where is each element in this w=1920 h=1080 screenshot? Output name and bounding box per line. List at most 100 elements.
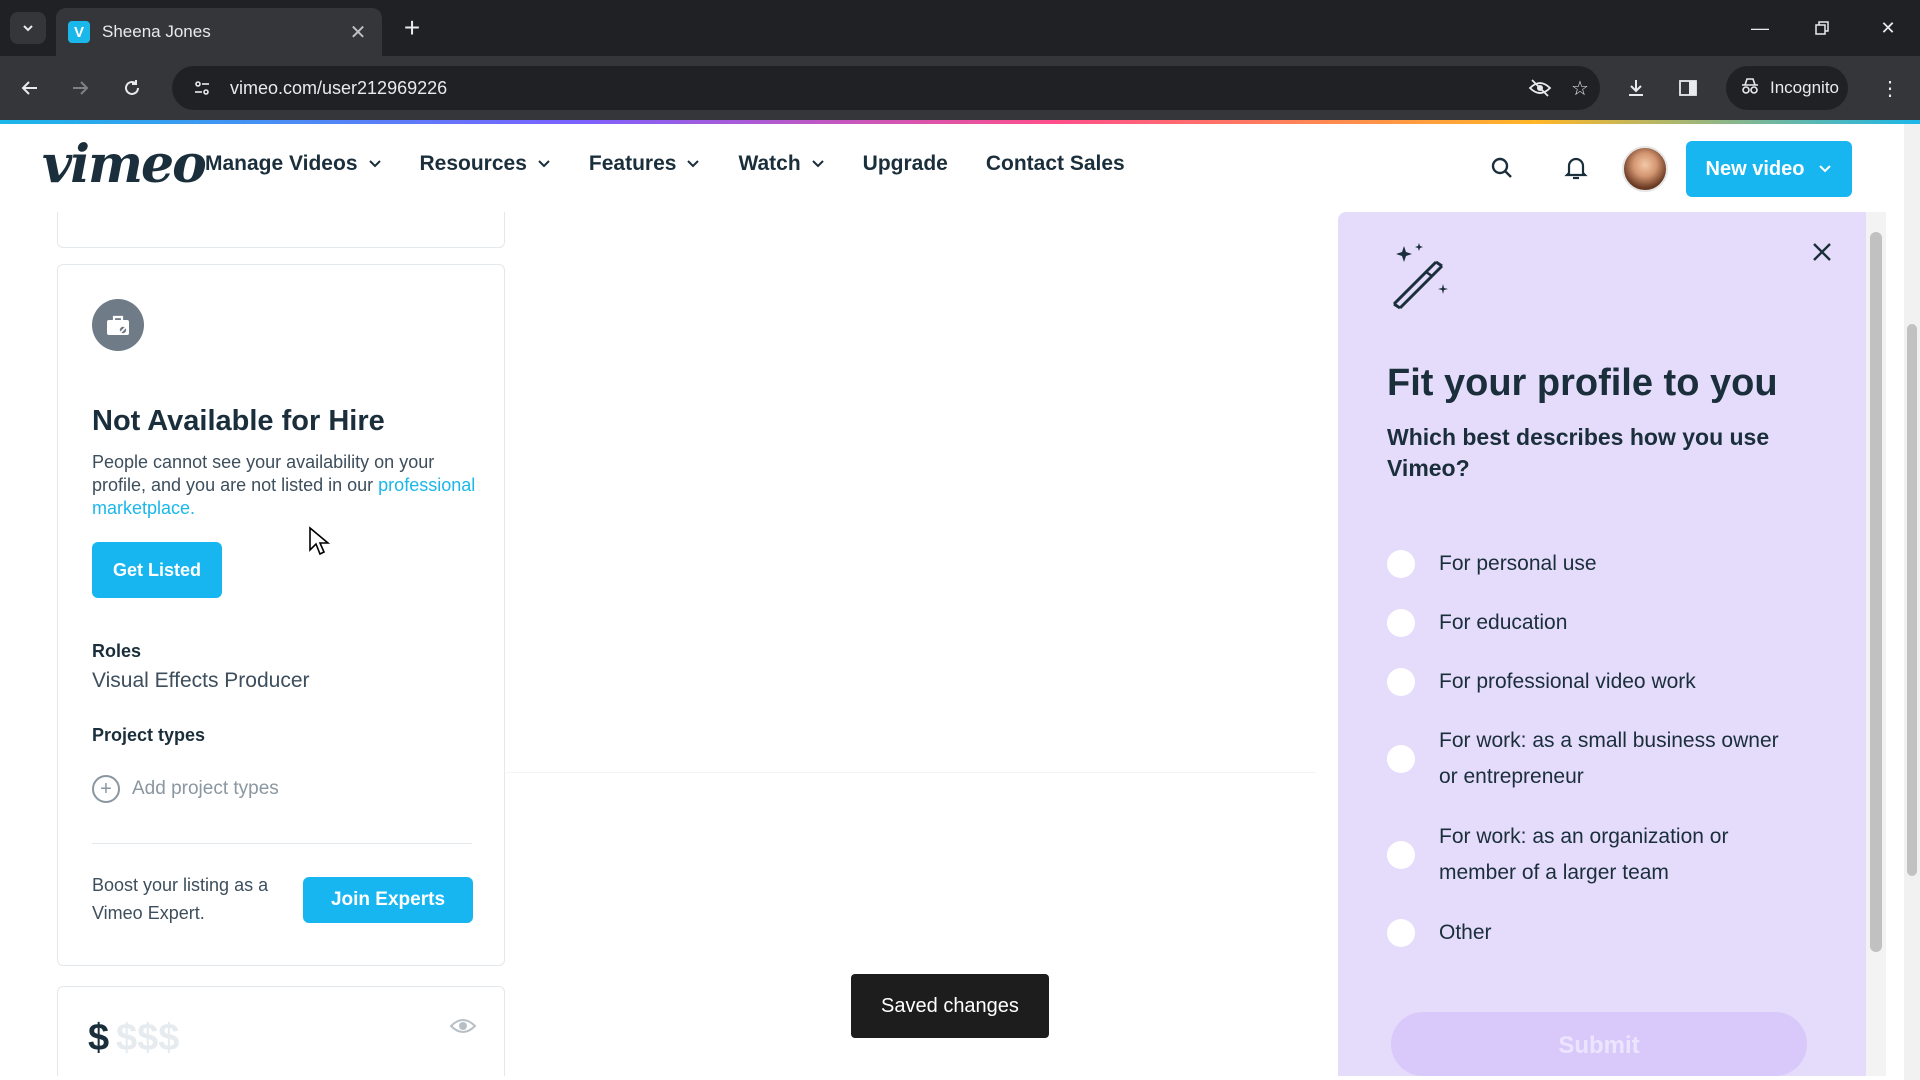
address-bar[interactable]: vimeo.com/user212969226 ☆ bbox=[172, 66, 1600, 110]
incognito-icon bbox=[1740, 77, 1760, 100]
radio-button[interactable] bbox=[1387, 609, 1415, 637]
option-personal-use[interactable]: For personal use bbox=[1387, 546, 1799, 582]
forward-arrow-icon[interactable] bbox=[62, 70, 98, 106]
search-icon[interactable] bbox=[1484, 150, 1520, 186]
project-types-label: Project types bbox=[92, 725, 206, 745]
panel-scrollbar-thumb[interactable] bbox=[1870, 232, 1882, 952]
chevron-down-icon bbox=[686, 156, 700, 172]
nav-label: Watch bbox=[738, 152, 801, 175]
panel-title: Fit your profile to you bbox=[1387, 362, 1778, 404]
divider bbox=[92, 843, 472, 844]
section-divider bbox=[506, 772, 1316, 773]
nav-label: Upgrade bbox=[862, 152, 948, 175]
incognito-label: Incognito bbox=[1770, 78, 1839, 97]
plus-circle-icon: + bbox=[92, 775, 120, 803]
option-organization[interactable]: For work: as an organization or member o… bbox=[1387, 819, 1799, 891]
nav-watch[interactable]: Watch bbox=[738, 152, 824, 176]
magic-wand-icon bbox=[1386, 242, 1450, 315]
join-experts-button[interactable]: Join Experts bbox=[303, 877, 473, 923]
nav-label: Resources bbox=[419, 152, 527, 175]
nav-label: Contact Sales bbox=[985, 152, 1125, 175]
avatar[interactable] bbox=[1622, 146, 1668, 192]
rate-placeholder[interactable]: $$$ bbox=[116, 1017, 179, 1060]
get-listed-button[interactable]: Get Listed bbox=[92, 542, 222, 598]
radio-button[interactable] bbox=[1387, 919, 1415, 947]
profile-page: Not Available for Hire People cannot see… bbox=[0, 212, 1904, 1076]
nav-resources[interactable]: Resources bbox=[420, 152, 551, 176]
bookmark-star-icon[interactable]: ☆ bbox=[1560, 76, 1600, 101]
eye-slash-icon[interactable] bbox=[1520, 78, 1560, 98]
option-education[interactable]: For education bbox=[1387, 605, 1799, 641]
url-text[interactable]: vimeo.com/user212969226 bbox=[230, 78, 1520, 99]
boost-text: Boost your listing as a Vimeo Expert. bbox=[92, 875, 269, 923]
tab-close-icon[interactable]: ✕ bbox=[346, 20, 370, 45]
site-settings-icon[interactable] bbox=[184, 78, 220, 98]
radio-button[interactable] bbox=[1387, 841, 1415, 869]
option-small-business[interactable]: For work: as a small business owner or e… bbox=[1387, 723, 1799, 795]
option-label: For work: as an organization or member o… bbox=[1439, 825, 1729, 884]
option-other[interactable]: Other bbox=[1387, 915, 1799, 951]
panel-question: Which best describes how you use Vimeo? bbox=[1387, 424, 1770, 481]
chevron-down-icon bbox=[368, 156, 382, 172]
back-arrow-icon[interactable] bbox=[12, 70, 48, 106]
reload-icon[interactable] bbox=[114, 70, 150, 106]
vimeo-favicon-icon: V bbox=[68, 21, 90, 43]
nav-upgrade[interactable]: Upgrade bbox=[863, 152, 948, 176]
close-icon[interactable] bbox=[1806, 236, 1838, 268]
add-project-types-button[interactable]: + Add project types bbox=[92, 775, 279, 803]
currency-symbol: $ bbox=[88, 1017, 110, 1059]
page-scrollbar-thumb[interactable] bbox=[1907, 324, 1917, 876]
chevron-down-icon bbox=[811, 156, 825, 172]
rate-card: $ $$$ bbox=[57, 986, 505, 1076]
minimize-icon[interactable]: — bbox=[1740, 10, 1780, 46]
main-nav: Manage Videos Resources Features Watch U… bbox=[205, 152, 1163, 176]
hire-card: Not Available for Hire People cannot see… bbox=[57, 264, 505, 966]
page-scrollbar[interactable] bbox=[1904, 124, 1920, 1080]
radio-button[interactable] bbox=[1387, 550, 1415, 578]
hire-desc-end: . bbox=[190, 498, 196, 518]
mouse-cursor-icon bbox=[308, 526, 331, 561]
add-project-types-label: Add project types bbox=[132, 778, 279, 799]
nav-manage-videos[interactable]: Manage Videos bbox=[205, 152, 382, 176]
hire-description: People cannot see your availability on y… bbox=[92, 451, 482, 520]
profile-fit-panel: Fit your profile to you Which best descr… bbox=[1338, 212, 1866, 1076]
new-tab-button[interactable]: + bbox=[396, 12, 428, 44]
option-label: For education bbox=[1439, 611, 1568, 634]
roles-value: Visual Effects Producer bbox=[92, 669, 310, 692]
bell-icon[interactable] bbox=[1558, 150, 1594, 186]
incognito-badge[interactable]: Incognito bbox=[1726, 66, 1848, 110]
previous-card bbox=[57, 212, 505, 248]
window-close-icon[interactable]: ✕ bbox=[1868, 10, 1908, 46]
radio-button[interactable] bbox=[1387, 745, 1415, 773]
new-video-label: New video bbox=[1705, 157, 1805, 180]
vimeo-logo[interactable]: vimeo bbox=[42, 134, 207, 195]
option-label: Other bbox=[1439, 921, 1492, 944]
eye-icon[interactable] bbox=[449, 1017, 477, 1040]
panel-scrollbar[interactable] bbox=[1866, 212, 1886, 1076]
nav-features[interactable]: Features bbox=[589, 152, 701, 176]
option-label: For personal use bbox=[1439, 552, 1597, 575]
browser-tab[interactable]: V Sheena Jones ✕ bbox=[56, 8, 382, 56]
browser-menu-icon[interactable]: ⋮ bbox=[1872, 70, 1908, 106]
download-icon[interactable] bbox=[1618, 70, 1654, 106]
saved-changes-toast: Saved changes bbox=[851, 974, 1049, 1038]
site-header: vimeo Manage Videos Resources Features W… bbox=[0, 124, 1904, 212]
browser-toolbar: vimeo.com/user212969226 ☆ Incognito ⋮ bbox=[0, 56, 1920, 120]
nav-contact-sales[interactable]: Contact Sales bbox=[986, 152, 1125, 176]
radio-button[interactable] bbox=[1387, 668, 1415, 696]
roles-label: Roles bbox=[92, 641, 142, 661]
option-professional-video-work[interactable]: For professional video work bbox=[1387, 664, 1799, 700]
option-label: For work: as a small business owner or e… bbox=[1439, 729, 1779, 788]
chevron-down-icon bbox=[537, 156, 551, 172]
tab-search-button[interactable] bbox=[10, 12, 46, 44]
submit-button[interactable]: Submit bbox=[1391, 1012, 1807, 1076]
briefcase-icon bbox=[92, 299, 144, 351]
chevron-down-icon bbox=[23, 25, 33, 32]
nav-label: Features bbox=[588, 152, 677, 175]
restore-icon[interactable] bbox=[1802, 10, 1842, 46]
tab-title: Sheena Jones bbox=[102, 22, 211, 41]
side-panel-icon[interactable] bbox=[1670, 70, 1706, 106]
new-video-button[interactable]: New video bbox=[1686, 141, 1852, 197]
nav-label: Manage Videos bbox=[205, 152, 358, 175]
browser-tabbar: V Sheena Jones ✕ + — ✕ bbox=[0, 0, 1920, 56]
